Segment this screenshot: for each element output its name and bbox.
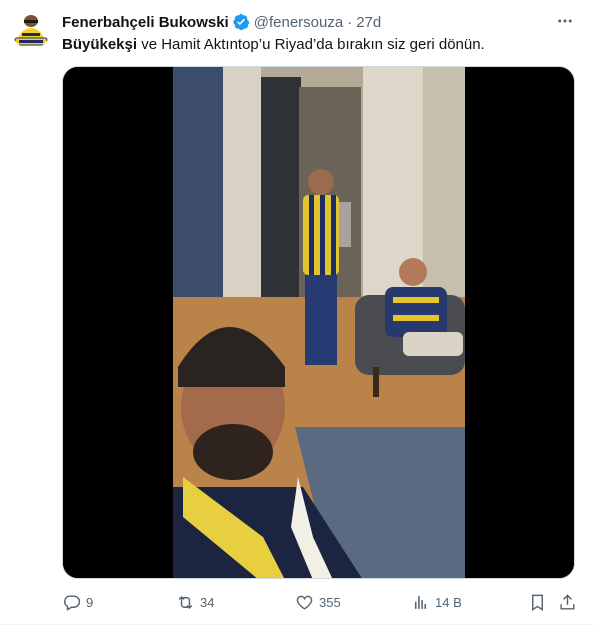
more-options-icon[interactable] — [556, 12, 574, 30]
tweet-video[interactable] — [62, 66, 575, 579]
reply-button[interactable]: 9 — [62, 590, 93, 614]
reply-count: 9 — [86, 594, 94, 610]
tweet-header: Fenerbahçeli Bukowski @fenersouza · 27d — [62, 12, 574, 32]
bookmark-icon — [532, 594, 543, 611]
tweet-actions: 9 34 355 14 B — [62, 590, 577, 614]
verified-badge-icon — [232, 13, 250, 31]
author-display-name[interactable]: Fenerbahçeli Bukowski — [62, 14, 229, 31]
views-chart-icon — [414, 595, 427, 609]
tweet[interactable]: Fenerbahçeli Bukowski @fenersouza · 27d … — [0, 0, 594, 625]
bookmark-button[interactable] — [528, 590, 547, 614]
author-handle[interactable]: @fenersouza — [254, 14, 343, 31]
like-button[interactable]: 355 — [295, 590, 341, 614]
tweet-text-bold: Büyükekşi — [62, 36, 138, 53]
views-button[interactable]: 14 B — [411, 590, 462, 614]
like-count: 355 — [319, 594, 341, 610]
retweet-button[interactable]: 34 — [176, 590, 214, 614]
share-button[interactable] — [558, 590, 577, 614]
heart-icon — [296, 595, 313, 610]
retweet-icon — [178, 595, 193, 609]
avatar[interactable] — [11, 9, 51, 49]
avatar-image — [11, 9, 51, 49]
tweet-text: Büyükekşi ve Hamit Aktıntop’u Riyad’da b… — [62, 35, 574, 55]
share-icon — [560, 593, 575, 610]
tweet-timestamp[interactable]: 27d — [356, 14, 381, 31]
separator-dot: · — [347, 13, 353, 31]
reply-icon — [63, 594, 81, 611]
views-count: 14 B — [435, 594, 462, 610]
retweet-count: 34 — [200, 594, 215, 610]
video-frame — [63, 67, 574, 578]
tweet-text-rest: ve Hamit Aktıntop’u Riyad’da bırakın siz… — [137, 36, 485, 53]
